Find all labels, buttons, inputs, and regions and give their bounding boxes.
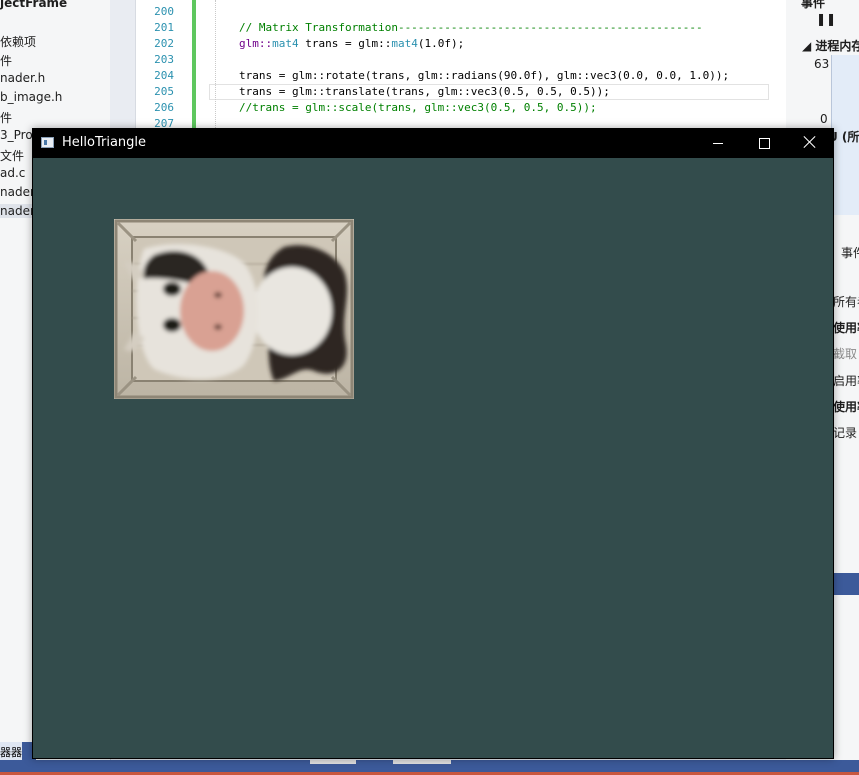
tree-item-project[interactable]: jectFrame [0,0,67,10]
code-line: //trans = glm::scale(trans, glm::vec3(0.… [239,101,597,114]
code-token: (1.0f); [417,37,465,50]
tree-item-folder[interactable]: 件 [0,52,12,69]
option-item[interactable]: 记录 [833,424,857,441]
line-number: 202 [154,37,174,50]
container-texture [114,219,354,399]
code-token: mat4 [391,37,418,50]
code-line: // Matrix Transformation----------------… [239,21,703,34]
app-window-icon [41,137,54,148]
tree-item-file[interactable]: 3_Pro [0,128,33,142]
scroll-thumb[interactable] [310,760,356,764]
memory-section-title[interactable]: ◢ 进程内存 [802,37,859,54]
maximize-button[interactable] [741,128,787,158]
tree-item-folder[interactable]: 件 [0,109,12,126]
bottom-tab-label: 器器 [0,746,22,759]
option-item[interactable]: 所有者 [833,293,859,310]
close-button[interactable] [787,128,833,158]
line-number: 200 [154,5,174,18]
option-item[interactable]: 启用率 [833,372,859,389]
collapse-icon: ◢ [802,39,812,53]
panel-header-band [831,573,859,595]
maximize-icon [759,138,770,149]
minimize-icon [713,143,723,144]
tree-item-file[interactable]: nader.h [0,71,45,85]
line-number: 203 [154,53,174,66]
tree-item-dependencies[interactable]: 依赖项 [0,33,36,50]
code-line: glm::mat4 trans = glm::mat4(1.0f); [239,36,464,52]
status-bar [0,760,859,775]
scroll-thumb[interactable] [393,760,451,764]
window-titlebar[interactable]: HelloTriangle [32,128,834,158]
code-line: trans = glm::translate(trans, glm::vec3(… [239,85,610,98]
change-tracking-bar [192,0,196,130]
memory-title: 进程内存 [815,39,859,53]
tree-item-file[interactable]: b_image.h [0,90,62,104]
close-icon [803,135,817,149]
line-number: 201 [154,21,174,34]
code-token: glm:: [239,37,273,50]
option-item[interactable]: 使用率 [833,319,859,336]
option-item[interactable]: 截取 [833,345,857,362]
tab-events[interactable]: 事件 [841,244,859,261]
line-number: 205 [154,85,174,98]
tree-item-file[interactable]: ad.c [0,166,25,180]
minimize-button[interactable] [695,128,741,158]
option-item[interactable]: 使用率 [833,398,859,415]
tree-item-folder[interactable]: 文件 [0,147,24,164]
window-title: HelloTriangle [62,135,147,150]
textured-quad [114,219,354,399]
editor-gutter [110,0,135,130]
line-number: 204 [154,69,174,82]
code-editor[interactable]: 200 201 202 203 204 205 206 207 // Matri… [135,0,786,130]
line-number: 206 [154,101,174,114]
events-title: 事件 [801,0,826,10]
graph-min-label: 0 [820,112,828,126]
code-token: trans = glm:: [298,37,392,50]
hello-triangle-window: HelloTriangle [32,128,834,759]
pause-icon[interactable]: ❚❚ [816,12,836,26]
indent-guide [215,0,216,130]
graph-max-label: 63 [814,57,830,71]
opengl-viewport[interactable] [33,158,833,758]
code-line: trans = glm::rotate(trans, glm::radians(… [239,69,730,82]
code-token: mat4 [272,37,299,50]
